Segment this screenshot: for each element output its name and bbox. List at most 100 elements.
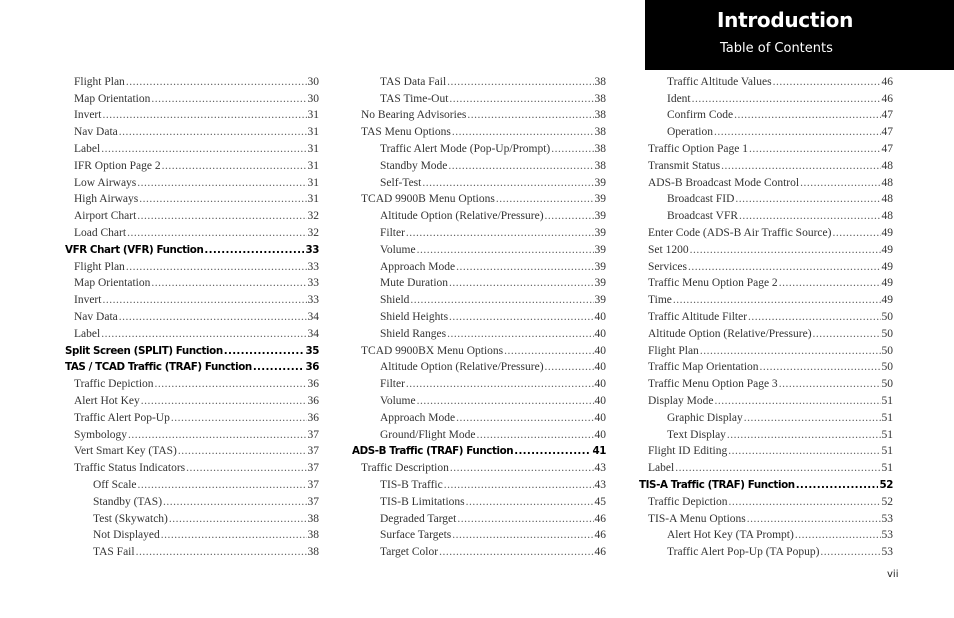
toc-entry[interactable]: IFR Option Page 2 31: [61, 156, 319, 173]
toc-entry-page: 53: [881, 529, 894, 542]
dot-leader: [714, 394, 880, 408]
toc-entry[interactable]: Nav Data 31: [61, 122, 319, 139]
toc-entry[interactable]: Traffic Menu Option Page 2 49: [635, 274, 893, 291]
toc-section-entry[interactable]: VFR Chart (VFR) Function 33: [61, 240, 319, 257]
toc-entry[interactable]: Invert 31: [61, 106, 319, 123]
toc-entry-page: 50: [881, 310, 894, 323]
toc-entry[interactable]: Traffic Option Page 1 47: [635, 139, 893, 156]
toc-entry[interactable]: Mute Duration 39: [348, 274, 606, 291]
toc-entry[interactable]: Target Color 46: [348, 542, 606, 559]
toc-entry[interactable]: Graphic Display 51: [635, 408, 893, 425]
toc-entry[interactable]: Standby Mode 38: [348, 156, 606, 173]
toc-section-entry[interactable]: TAS / TCAD Traffic (TRAF) Function 36: [61, 358, 319, 375]
toc-entry[interactable]: Volume 39: [348, 240, 606, 257]
toc-entry[interactable]: Enter Code (ADS-B Air Traffic Source) 49: [635, 223, 893, 240]
toc-entry[interactable]: Shield 39: [348, 290, 606, 307]
toc-entry[interactable]: Nav Data 34: [61, 307, 319, 324]
dot-leader: [735, 192, 880, 206]
toc-entry[interactable]: Traffic Menu Option Page 3 50: [635, 374, 893, 391]
toc-entry[interactable]: Display Mode 51: [635, 391, 893, 408]
toc-entry[interactable]: TAS Menu Options 38: [348, 122, 606, 139]
toc-entry[interactable]: TAS Fail 38: [61, 542, 319, 559]
toc-entry[interactable]: TAS Data Fail 38: [348, 72, 606, 89]
toc-entry[interactable]: Filter 39: [348, 223, 606, 240]
toc-entry[interactable]: Traffic Depiction 52: [635, 492, 893, 509]
toc-entry[interactable]: Set 1200 49: [635, 240, 893, 257]
toc-entry[interactable]: ADS-B Broadcast Mode Control 48: [635, 173, 893, 190]
toc-entry[interactable]: TCAD 9900BX Menu Options 40: [348, 341, 606, 358]
toc-entry[interactable]: TIS-B Traffic 43: [348, 475, 606, 492]
toc-entry[interactable]: Traffic Map Orientation 50: [635, 358, 893, 375]
toc-entry-label: Invert: [74, 109, 102, 122]
toc-section-entry[interactable]: TIS-A Traffic (TRAF) Function 52: [635, 475, 893, 492]
toc-entry[interactable]: Alert Hot Key 36: [61, 391, 319, 408]
dot-leader: [714, 125, 881, 139]
toc-entry[interactable]: Symbology 37: [61, 425, 319, 442]
toc-entry[interactable]: TIS-B Limitations 45: [348, 492, 606, 509]
toc-entry[interactable]: TAS Time-Out 38: [348, 89, 606, 106]
toc-entry[interactable]: Volume 40: [348, 391, 606, 408]
toc-entry[interactable]: Traffic Description 43: [348, 458, 606, 475]
page-number: vii: [887, 569, 899, 580]
toc-entry-page: 39: [594, 176, 607, 189]
toc-entry[interactable]: Traffic Altitude Values 46: [635, 72, 893, 89]
toc-entry[interactable]: Filter 40: [348, 374, 606, 391]
toc-entry[interactable]: Traffic Depiction 36: [61, 374, 319, 391]
toc-entry[interactable]: Confirm Code 47: [635, 106, 893, 123]
toc-entry[interactable]: Ground/Flight Mode 40: [348, 425, 606, 442]
toc-section-entry[interactable]: Split Screen (SPLIT) Function 35: [61, 341, 319, 358]
toc-entry[interactable]: Not Displayed 38: [61, 526, 319, 543]
toc-entry[interactable]: Altitude Option (Relative/Pressure) 40: [348, 358, 606, 375]
toc-entry[interactable]: TCAD 9900B Menu Options 39: [348, 190, 606, 207]
toc-entry[interactable]: Low Airways 31: [61, 173, 319, 190]
toc-entry-label: TIS-B Traffic: [380, 478, 443, 491]
toc-entry[interactable]: Airport Chart 32: [61, 206, 319, 223]
toc-entry[interactable]: Traffic Status Indicators 37: [61, 458, 319, 475]
toc-entry-label: Confirm Code: [667, 109, 734, 122]
toc-entry[interactable]: Ident 46: [635, 89, 893, 106]
toc-entry[interactable]: Self-Test 39: [348, 173, 606, 190]
toc-entry[interactable]: Broadcast FID 48: [635, 190, 893, 207]
toc-entry[interactable]: Text Display 51: [635, 425, 893, 442]
toc-entry-page: 40: [594, 378, 607, 391]
toc-entry[interactable]: Vert Smart Key (TAS) 37: [61, 442, 319, 459]
toc-entry[interactable]: Flight Plan 50: [635, 341, 893, 358]
toc-section-entry[interactable]: ADS-B Traffic (TRAF) Function 41: [348, 442, 606, 459]
toc-entry[interactable]: Shield Heights 40: [348, 307, 606, 324]
toc-entry[interactable]: Traffic Alert Pop-Up 36: [61, 408, 319, 425]
toc-entry[interactable]: Label 31: [61, 139, 319, 156]
toc-entry[interactable]: Traffic Alert Pop-Up (TA Popup) 53: [635, 542, 893, 559]
toc-entry[interactable]: Test (Skywatch) 38: [61, 509, 319, 526]
toc-entry[interactable]: Alert Hot Key (TA Prompt) 53: [635, 526, 893, 543]
toc-entry[interactable]: Flight Plan 33: [61, 257, 319, 274]
toc-entry[interactable]: Load Chart 32: [61, 223, 319, 240]
toc-entry[interactable]: Flight ID Editing 51: [635, 442, 893, 459]
toc-entry[interactable]: Broadcast VFR 48: [635, 206, 893, 223]
toc-entry[interactable]: Shield Ranges 40: [348, 324, 606, 341]
toc-entry[interactable]: Altitude Option (Relative/Pressure) 50: [635, 324, 893, 341]
dot-leader: [447, 75, 593, 89]
toc-entry[interactable]: Degraded Target 46: [348, 509, 606, 526]
toc-entry[interactable]: Traffic Alert Mode (Pop-Up/Prompt) 38: [348, 139, 606, 156]
toc-entry[interactable]: Traffic Altitude Filter 50: [635, 307, 893, 324]
toc-entry[interactable]: Off Scale 37: [61, 475, 319, 492]
toc-entry[interactable]: Operation 47: [635, 122, 893, 139]
toc-entry[interactable]: Time 49: [635, 290, 893, 307]
toc-entry[interactable]: No Bearing Advisories 38: [348, 106, 606, 123]
toc-entry[interactable]: Approach Mode 39: [348, 257, 606, 274]
toc-entry[interactable]: Surface Targets 46: [348, 526, 606, 543]
toc-entry[interactable]: Standby (TAS) 37: [61, 492, 319, 509]
toc-entry[interactable]: Altitude Option (Relative/Pressure) 39: [348, 206, 606, 223]
toc-entry[interactable]: Transmit Status 48: [635, 156, 893, 173]
toc-entry[interactable]: TIS-A Menu Options 53: [635, 509, 893, 526]
toc-entry[interactable]: Label 34: [61, 324, 319, 341]
toc-entry[interactable]: Map Orientation 33: [61, 274, 319, 291]
toc-entry[interactable]: Approach Mode 40: [348, 408, 606, 425]
toc-entry[interactable]: High Airways 31: [61, 190, 319, 207]
toc-entry[interactable]: Label 51: [635, 458, 893, 475]
toc-entry[interactable]: Flight Plan 30: [61, 72, 319, 89]
dot-leader: [422, 176, 593, 190]
toc-entry[interactable]: Map Orientation 30: [61, 89, 319, 106]
toc-entry[interactable]: Invert 33: [61, 290, 319, 307]
toc-entry[interactable]: Services 49: [635, 257, 893, 274]
